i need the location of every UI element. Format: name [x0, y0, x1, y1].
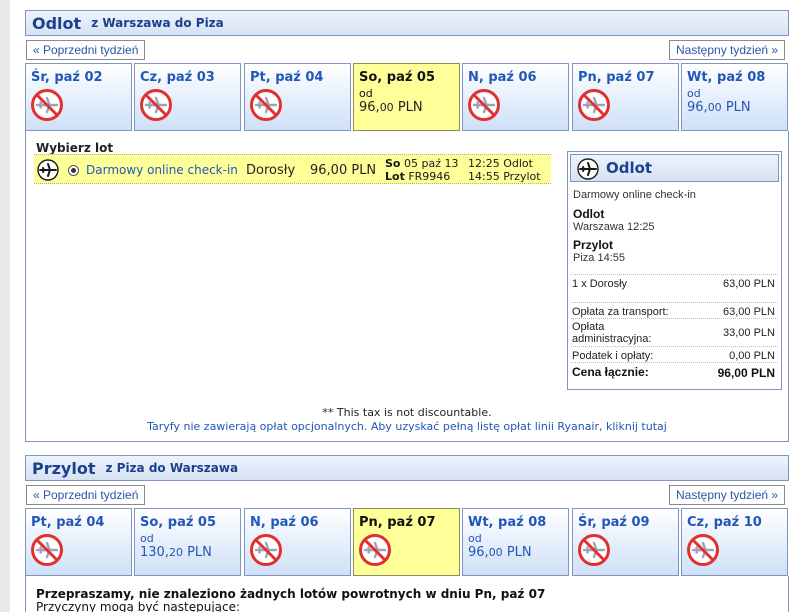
outbound-title: Odlot: [32, 13, 82, 33]
no-flights-message: Przepraszamy, nie znaleziono żadnych lot…: [36, 587, 546, 601]
tax-note: ** This tax is not discountable.: [322, 406, 492, 419]
day-tab-label: Śr, paź 09: [578, 515, 650, 530]
summary-arrival-value: Piza 14:55: [573, 252, 625, 264]
flight-passenger-type: Dorosły: [246, 163, 296, 178]
summary-admin-row: Opłata administracyjna: 33,00 PLN: [571, 318, 778, 346]
flight-date: So 05 paź 13: [385, 157, 459, 170]
no-flight-icon: [140, 89, 172, 121]
day-tab-price: 96,00 PLN: [687, 100, 751, 115]
day-tab-label: Śr, paź 02: [31, 70, 103, 85]
day-tab-label: Wt, paź 08: [468, 515, 547, 530]
inbound-route: z Piza do Warszawa: [105, 461, 239, 475]
inbound-prev-week-button[interactable]: « Poprzedni tydzień: [26, 485, 146, 505]
flight-radio-button[interactable]: [68, 165, 79, 176]
flight-checkin-label: Darmowy online check-in: [86, 163, 238, 177]
outbound-day-tab[interactable]: Pt, paź 04: [244, 63, 351, 131]
day-tab-from: od: [687, 87, 701, 100]
inbound-day-tab[interactable]: So, paź 05 od 130,20 PLN: [134, 508, 241, 576]
outbound-day-tab[interactable]: Wt, paź 08 od 96,00 PLN: [681, 63, 788, 131]
outbound-prev-week-button[interactable]: « Poprzedni tydzień: [26, 40, 146, 60]
summary-departure-value: Warszawa 12:25: [573, 221, 655, 233]
inbound-day-tab[interactable]: Śr, paź 09: [572, 508, 679, 576]
outbound-day-tab[interactable]: Pn, paź 07: [572, 63, 679, 131]
day-tab-price: 96,00 PLN: [359, 100, 423, 115]
outbound-day-tab[interactable]: So, paź 05 od 96,00 PLN: [353, 63, 460, 131]
day-tab-price: 130,20 PLN: [140, 545, 212, 560]
choose-flight-title: Wybierz lot: [36, 141, 114, 155]
day-tab-from: od: [468, 532, 482, 545]
day-tab-label: N, paź 06: [250, 515, 319, 530]
summary-passenger-row: 1 x Dorosły 63,00 PLN: [571, 274, 778, 294]
no-flights-reasons: Przyczyny mogą być następujące:: [36, 600, 241, 612]
no-flight-icon: [250, 534, 282, 566]
outbound-next-week-button[interactable]: Następny tydzień »: [669, 40, 786, 60]
day-tab-label: Pn, paź 07: [359, 515, 436, 530]
flight-option-row[interactable]: Darmowy online check-in Dorosły 96,00 PL…: [34, 154, 551, 184]
flight-number: Lot FR9946: [385, 170, 451, 183]
inbound-day-tab[interactable]: Wt, paź 08 od 96,00 PLN: [462, 508, 569, 576]
flight-departure: 12:25 Odlot: [468, 157, 533, 170]
inbound-day-tab[interactable]: N, paź 06: [244, 508, 351, 576]
day-tab-from: od: [359, 87, 373, 100]
day-tab-label: N, paź 06: [468, 70, 537, 85]
summary-departure-label: Odlot: [573, 207, 605, 221]
inbound-title: Przylot: [32, 458, 96, 478]
day-tab-price: 96,00 PLN: [468, 545, 532, 560]
inbound-day-tab[interactable]: Pn, paź 07: [353, 508, 460, 576]
day-tab-from: od: [140, 532, 154, 545]
page-left-margin: [0, 0, 10, 612]
inbound-day-tab[interactable]: Pt, paź 04: [25, 508, 132, 576]
fare-summary-title: Odlot: [606, 159, 653, 177]
outbound-header: Odlot z Warszawa do Piza: [25, 10, 789, 36]
fare-summary-header: Odlot: [570, 154, 779, 182]
flight-arrival: 14:55 Przylot: [468, 170, 541, 183]
page-right-margin: [796, 0, 812, 612]
no-flight-icon: [250, 89, 282, 121]
summary-checkin: Darmowy online check-in: [573, 189, 696, 201]
airplane-icon: [577, 158, 599, 180]
day-tab-label: Pt, paź 04: [250, 70, 324, 85]
summary-tax-row: Podatek i opłaty: 0,00 PLN: [571, 346, 778, 362]
inbound-day-tab[interactable]: Cz, paź 10: [681, 508, 788, 576]
day-tab-label: Pt, paź 04: [31, 515, 105, 530]
summary-arrival-label: Przylot: [573, 238, 614, 252]
day-tab-label: So, paź 05: [140, 515, 217, 530]
summary-total-row: Cena łącznie: 96,00 PLN: [571, 362, 778, 384]
no-flight-icon: [578, 89, 610, 121]
no-flight-icon: [468, 89, 500, 121]
flight-fare: 96,00 PLN: [310, 163, 377, 178]
fare-summary-box: Odlot Darmowy online check-in Odlot Wars…: [567, 151, 782, 390]
no-flight-icon: [31, 534, 63, 566]
fees-link[interactable]: Taryfy nie zawierają opłat opcjonalnych.…: [26, 420, 788, 433]
day-tab-label: Cz, paź 10: [687, 515, 762, 530]
outbound-route: z Warszawa do Piza: [91, 16, 224, 30]
outbound-day-tab[interactable]: Cz, paź 03: [134, 63, 241, 131]
no-flight-icon: [359, 534, 391, 566]
summary-transport-row: Opłata za transport: 63,00 PLN: [571, 302, 778, 318]
day-tab-label: Wt, paź 08: [687, 70, 766, 85]
no-flight-icon: [31, 89, 63, 121]
day-tab-label: Cz, paź 03: [140, 70, 215, 85]
day-tab-label: So, paź 05: [359, 70, 436, 85]
outbound-day-tab[interactable]: N, paź 06: [462, 63, 569, 131]
no-flight-icon: [687, 534, 719, 566]
airplane-icon: [37, 159, 59, 181]
outbound-day-tab[interactable]: Śr, paź 02: [25, 63, 132, 131]
inbound-header: Przylot z Piza do Warszawa: [25, 455, 789, 481]
no-flight-icon: [578, 534, 610, 566]
inbound-next-week-button[interactable]: Następny tydzień »: [669, 485, 786, 505]
day-tab-label: Pn, paź 07: [578, 70, 655, 85]
